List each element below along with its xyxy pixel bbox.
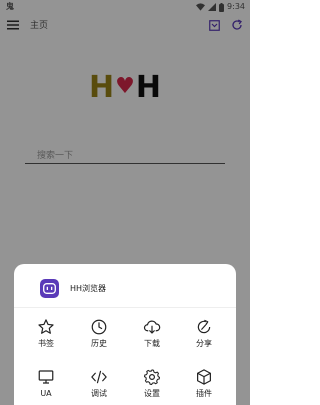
gear-icon bbox=[143, 369, 161, 386]
code-icon bbox=[91, 370, 107, 384]
menu-item-label: 书签 bbox=[38, 339, 54, 348]
menu-item-label: 分享 bbox=[196, 339, 212, 348]
menu-item-settings[interactable]: 设置 bbox=[130, 368, 174, 404]
star-icon bbox=[38, 319, 54, 334]
menu-item-label: 下载 bbox=[144, 339, 160, 348]
menu-item-label: UA bbox=[40, 389, 52, 398]
divider bbox=[14, 307, 236, 308]
menu-bottom-sheet: HH浏览器 书签 历史 下载 分享 UA 调试 设置 插件 bbox=[14, 264, 236, 405]
app-name: HH浏览器 bbox=[70, 284, 107, 293]
monitor-icon bbox=[38, 370, 54, 384]
menu-item-history[interactable]: 历史 bbox=[77, 318, 121, 354]
menu-item-label: 插件 bbox=[196, 389, 212, 398]
cloud-download-icon bbox=[143, 320, 161, 334]
menu-item-downloads[interactable]: 下载 bbox=[130, 318, 174, 354]
clock-icon bbox=[91, 319, 107, 335]
menu-item-debug[interactable]: 调试 bbox=[77, 368, 121, 404]
menu-item-share[interactable]: 分享 bbox=[182, 318, 226, 354]
menu-item-ua[interactable]: UA bbox=[24, 368, 68, 404]
app-icon bbox=[40, 279, 59, 298]
menu-item-label: 调试 bbox=[91, 389, 107, 398]
menu-item-label: 设置 bbox=[144, 389, 160, 398]
menu-item-plugins[interactable]: 插件 bbox=[182, 368, 226, 404]
share-icon bbox=[197, 319, 211, 334]
menu-item-bookmarks[interactable]: 书签 bbox=[24, 318, 68, 354]
menu-item-label: 历史 bbox=[91, 339, 107, 348]
cube-icon bbox=[197, 369, 211, 385]
